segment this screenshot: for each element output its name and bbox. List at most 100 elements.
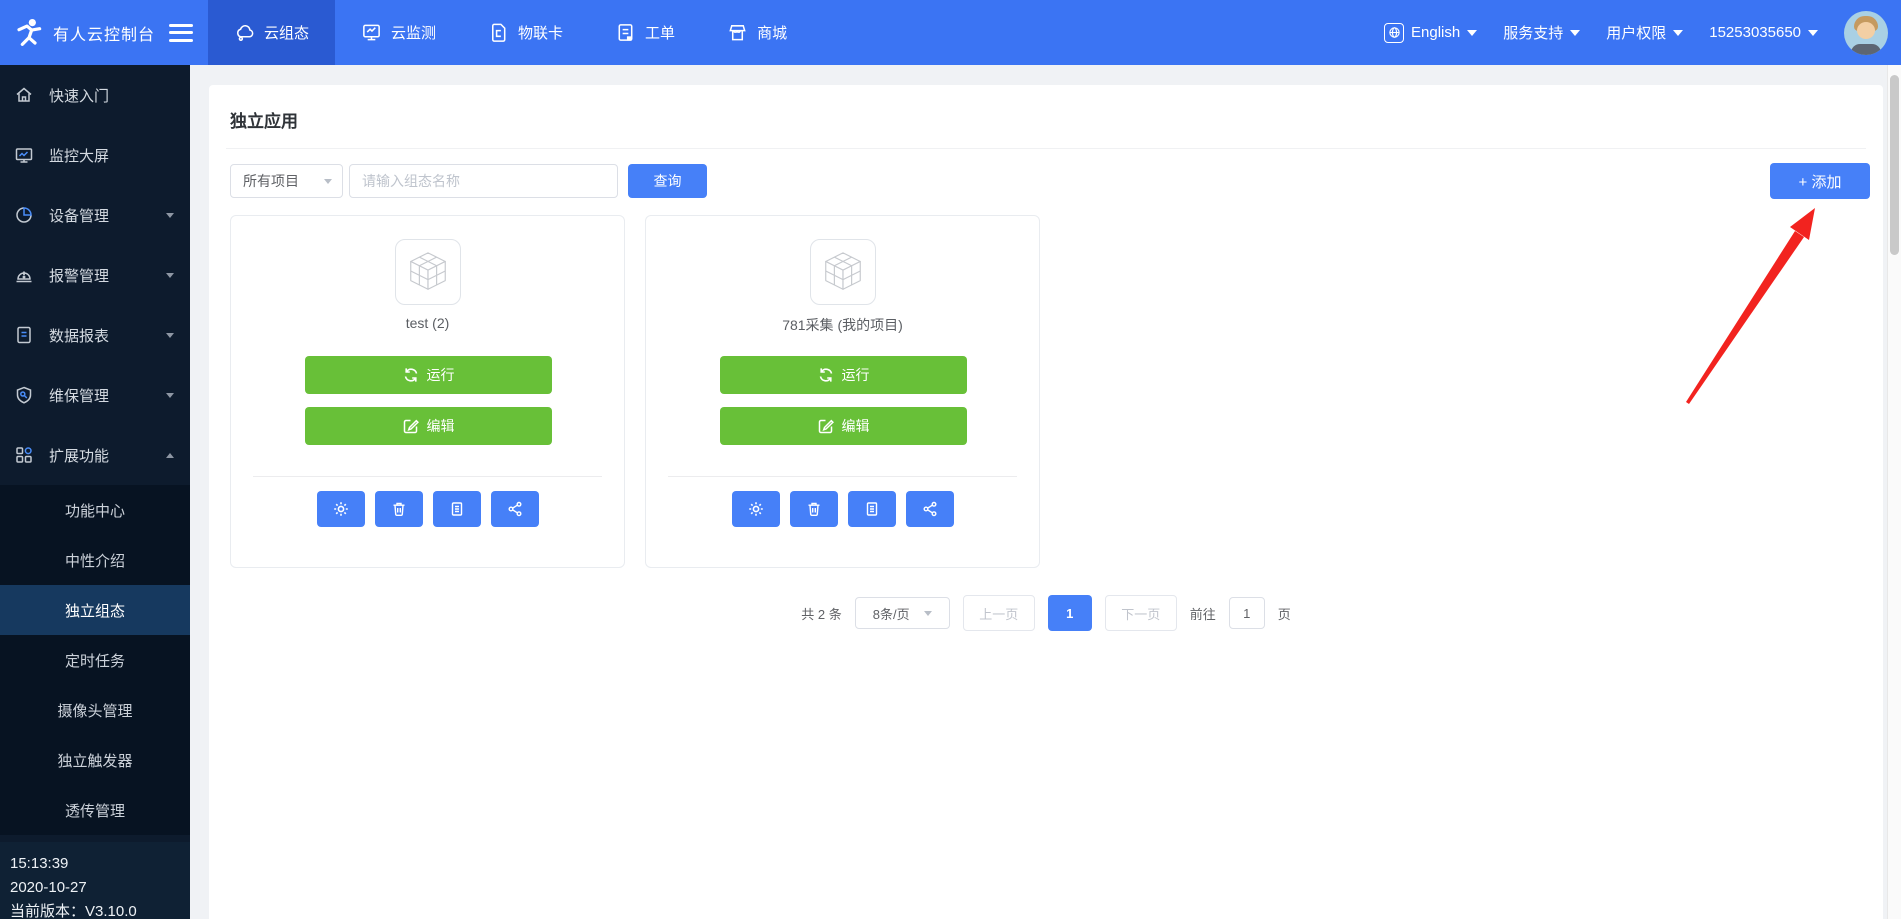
submenu-label: 功能中心: [65, 500, 125, 521]
edit-icon: [818, 418, 834, 434]
sidebar-item-extensions[interactable]: 扩展功能: [0, 425, 190, 485]
settings-button[interactable]: [732, 491, 780, 527]
goto-label: 前往: [1190, 604, 1216, 623]
sidebar-item-label: 数据报表: [49, 325, 166, 346]
delete-button[interactable]: [375, 491, 423, 527]
account-dropdown[interactable]: 15253035650: [1709, 24, 1818, 41]
sidebar-footer: 15:13:39 2020-10-27 当前版本：V3.10.0: [0, 842, 190, 919]
chevron-down-icon: [1467, 30, 1477, 36]
submenu-label: 定时任务: [65, 650, 125, 671]
prev-page-button[interactable]: 上一页: [963, 595, 1035, 631]
tab-work-order[interactable]: 工单: [589, 0, 701, 65]
run-label: 运行: [842, 365, 870, 385]
sidebar-item-label: 监控大屏: [49, 145, 174, 166]
detail-list-button[interactable]: [433, 491, 481, 527]
share-icon: [922, 501, 938, 517]
share-button[interactable]: [906, 491, 954, 527]
submenu-item-standalone-scada[interactable]: 独立组态: [0, 585, 190, 635]
settings-button[interactable]: [317, 491, 365, 527]
edit-button[interactable]: 编辑: [720, 407, 967, 445]
permission-label: 用户权限: [1606, 22, 1666, 43]
run-label: 运行: [427, 365, 455, 385]
permission-dropdown[interactable]: 用户权限: [1606, 22, 1683, 43]
sidebar-item-data-report[interactable]: 数据报表: [0, 305, 190, 365]
app-cube-icon[interactable]: [810, 239, 876, 305]
chevron-down-icon: [324, 179, 332, 184]
tab-iot-sim[interactable]: 物联卡: [462, 0, 589, 65]
gear-icon: [748, 501, 764, 517]
language-dropdown[interactable]: English: [1384, 23, 1477, 43]
project-filter-value: 所有项目: [243, 171, 299, 191]
tab-cloud-scada[interactable]: 云组态: [208, 0, 335, 65]
app-name: test (2): [231, 315, 624, 331]
sidebar: 快速入门 监控大屏 设备管理 报警管理 数据报表: [0, 65, 190, 919]
tab-mall[interactable]: 商城: [701, 0, 813, 65]
pie-chart-icon: [14, 205, 34, 225]
edit-button[interactable]: 编辑: [305, 407, 552, 445]
submenu-item-passthrough-mgmt[interactable]: 透传管理: [0, 785, 190, 835]
gear-icon: [333, 501, 349, 517]
run-button[interactable]: 运行: [305, 356, 552, 394]
clock-time: 15:13:39: [10, 852, 190, 876]
sidebar-item-label: 设备管理: [49, 205, 166, 226]
shield-wrench-icon: [14, 385, 34, 405]
tab-label: 云组态: [264, 22, 309, 43]
home-icon: [14, 85, 34, 105]
sidebar-item-big-screen[interactable]: 监控大屏: [0, 125, 190, 185]
topbar-right: English 服务支持 用户权限 15253035650: [1384, 0, 1901, 65]
tab-cloud-monitor[interactable]: 云监测: [335, 0, 462, 65]
chevron-down-icon: [166, 273, 174, 278]
chevron-down-icon: [166, 393, 174, 398]
sidebar-item-maintenance[interactable]: 维保管理: [0, 365, 190, 425]
tab-label: 物联卡: [518, 22, 563, 43]
page-size-value: 8条/页: [873, 604, 910, 623]
scrollbar-thumb[interactable]: [1890, 75, 1899, 255]
sidebar-item-label: 扩展功能: [49, 445, 166, 466]
page-title: 独立应用: [230, 107, 298, 132]
sidebar-item-quick-start[interactable]: 快速入门: [0, 65, 190, 125]
share-button[interactable]: [491, 491, 539, 527]
submenu-label: 独立触发器: [57, 750, 132, 771]
monitor-icon: [361, 22, 382, 43]
cloud-icon: [234, 22, 255, 43]
goto-page-input[interactable]: [1229, 597, 1265, 629]
search-button[interactable]: 查询: [628, 164, 707, 198]
support-dropdown[interactable]: 服务支持: [1503, 22, 1580, 43]
edit-label: 编辑: [842, 416, 870, 436]
scrollbar-track[interactable]: [1887, 65, 1901, 919]
refresh-icon: [818, 367, 834, 383]
card-action-row: [646, 491, 1039, 527]
sidebar-item-label: 报警管理: [49, 265, 166, 286]
sidebar-item-device-mgmt[interactable]: 设备管理: [0, 185, 190, 245]
big-screen-icon: [14, 145, 34, 165]
search-input[interactable]: [349, 164, 618, 198]
next-page-button[interactable]: 下一页: [1105, 595, 1177, 631]
submenu-item-neutral-intro[interactable]: 中性介绍: [0, 535, 190, 585]
project-filter-select[interactable]: 所有项目: [230, 164, 343, 198]
content-panel: 独立应用 所有项目 查询 + 添加 test (2): [209, 85, 1883, 919]
detail-list-button[interactable]: [848, 491, 896, 527]
avatar[interactable]: [1844, 11, 1888, 55]
page-size-select[interactable]: 8条/页: [855, 597, 950, 629]
sidebar-item-label: 快速入门: [49, 85, 174, 106]
clock-date: 2020-10-27: [10, 876, 190, 900]
divider: [253, 476, 602, 477]
account-label: 15253035650: [1709, 24, 1801, 41]
current-page[interactable]: 1: [1048, 595, 1092, 631]
submenu-label: 中性介绍: [65, 550, 125, 571]
add-button[interactable]: + 添加: [1770, 163, 1870, 199]
app-cube-icon[interactable]: [395, 239, 461, 305]
submenu-item-scheduled-tasks[interactable]: 定时任务: [0, 635, 190, 685]
delete-button[interactable]: [790, 491, 838, 527]
app-window: 有人云控制台 云组态 云监测: [0, 0, 1901, 919]
page-unit-label: 页: [1278, 604, 1291, 623]
menu-toggle-icon[interactable]: [169, 24, 193, 42]
sim-card-icon: [488, 22, 509, 43]
submenu-item-standalone-trigger[interactable]: 独立触发器: [0, 735, 190, 785]
submenu-item-camera-mgmt[interactable]: 摄像头管理: [0, 685, 190, 735]
trash-icon: [806, 501, 822, 517]
nav-tabs: 云组态 云监测 物联卡: [208, 0, 813, 65]
submenu-item-function-center[interactable]: 功能中心: [0, 485, 190, 535]
sidebar-item-alarm-mgmt[interactable]: 报警管理: [0, 245, 190, 305]
run-button[interactable]: 运行: [720, 356, 967, 394]
